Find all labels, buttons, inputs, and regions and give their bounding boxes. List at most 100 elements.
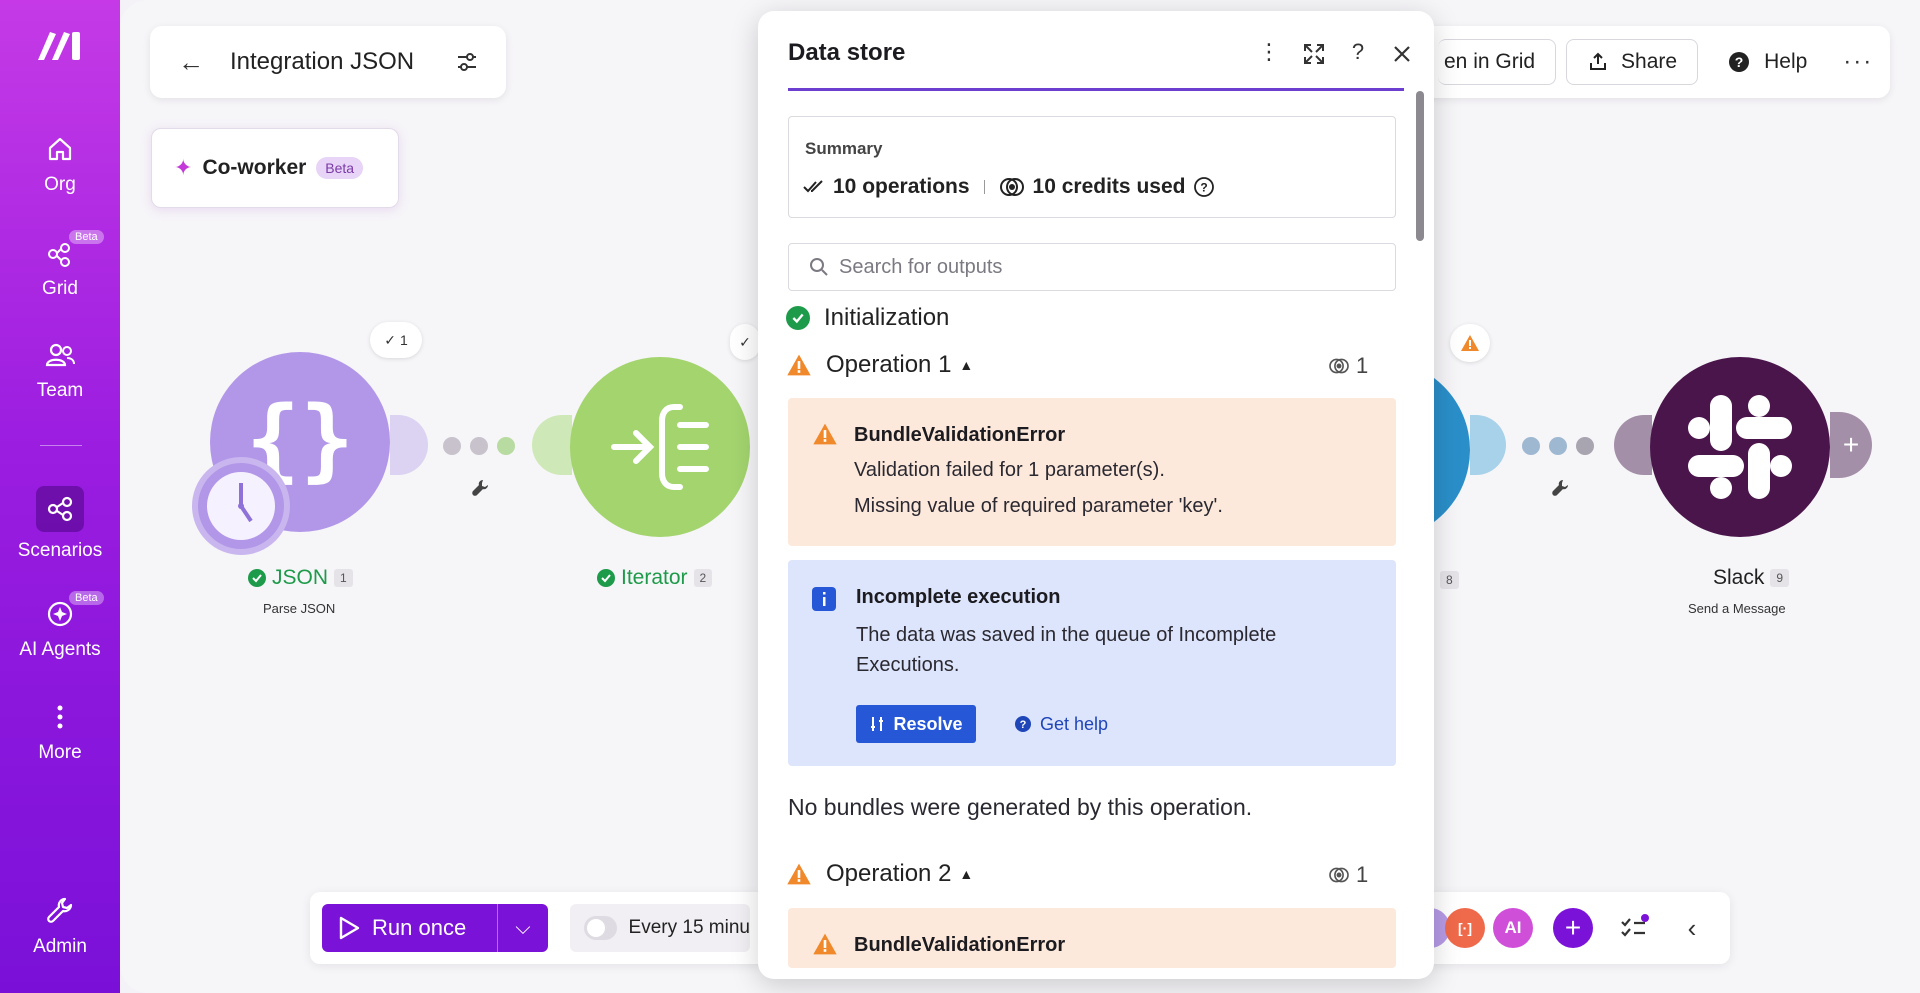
success-check-icon (597, 569, 615, 587)
panel-title: Data store (788, 39, 906, 66)
share-button[interactable]: Share (1566, 39, 1699, 85)
caret-up-icon[interactable]: ▲ (959, 866, 973, 882)
warning-pill[interactable] (1450, 324, 1490, 362)
back-arrow-icon[interactable]: ← (178, 47, 204, 78)
schedule-toggle[interactable]: Every 15 minu (570, 904, 750, 952)
sidebar-item-ai-agents[interactable]: Beta AI Agents (0, 591, 120, 661)
scrollbar[interactable] (1416, 91, 1424, 241)
coworker-label: Co-worker (202, 156, 307, 179)
summary-heading: Summary (805, 139, 883, 158)
warning-triangle-icon (813, 933, 837, 955)
close-icon[interactable] (1389, 44, 1415, 64)
play-icon (339, 916, 360, 940)
operations-count-pill[interactable]: ✓ (730, 324, 760, 360)
sidebar: Org Beta Grid Team Scenarios Beta AI Age… (0, 0, 120, 993)
scenario-title-card: ← Integration JSON (150, 26, 506, 98)
more-horizontal-icon[interactable]: ··· (1843, 48, 1873, 76)
success-check-icon (786, 306, 810, 330)
info-icon (812, 587, 836, 611)
help-circle-icon: ? (1015, 716, 1031, 732)
module-label-slack: Slack 9 (1713, 566, 1790, 590)
sidebar-item-grid[interactable]: Beta Grid (0, 230, 120, 300)
beta-badge: Beta (69, 230, 104, 244)
sidebar-item-admin[interactable]: Admin (0, 894, 120, 958)
credits-icon (1329, 867, 1349, 883)
sidebar-item-label: Grid (42, 278, 78, 299)
sidebar-item-team[interactable]: Team (0, 338, 120, 402)
checklist-icon[interactable] (1613, 908, 1653, 948)
module-slack[interactable] (1650, 357, 1830, 537)
credits-icon (999, 178, 1024, 196)
caret-up-icon[interactable]: ▲ (959, 357, 973, 373)
slack-logo-icon (1688, 395, 1792, 499)
operation-2-count[interactable]: 1 (1328, 862, 1368, 888)
home-icon (48, 137, 72, 161)
make-logo-icon[interactable] (36, 28, 84, 62)
operation-1-count[interactable]: 1 (1328, 353, 1368, 379)
resolve-button[interactable]: Resolve (856, 705, 976, 743)
route-wrench-icon[interactable] (470, 478, 490, 498)
sidebar-item-label: Org (44, 174, 76, 195)
module-subtitle: Parse JSON (263, 601, 336, 616)
double-check-icon (803, 180, 823, 193)
chevron-left-icon[interactable]: ‹ (1672, 908, 1712, 948)
summary-box: Summary 10 operations 10 credits used ? (788, 116, 1396, 218)
question-icon[interactable]: ? (1345, 39, 1371, 65)
help-outline-icon[interactable]: ? (1193, 176, 1215, 198)
top-right-toolbar: en in Grid Share ? Help ··· (1420, 26, 1890, 98)
error-message-line: Missing value of required parameter 'key… (854, 495, 1223, 517)
error-message-line: Validation failed for 1 parameter(s). (854, 459, 1165, 481)
coworker-button[interactable]: ✦ Co-worker Beta (151, 128, 399, 208)
connector-dot (470, 437, 488, 455)
sidebar-item-label: Admin (33, 936, 87, 957)
sidebar-item-label: More (38, 742, 82, 763)
settings-sliders-icon[interactable] (456, 51, 478, 73)
expand-icon[interactable] (1301, 43, 1327, 65)
share-icon (1590, 52, 1607, 70)
warning-triangle-icon (787, 863, 811, 885)
text-parser-icon[interactable]: [·] (1445, 908, 1485, 948)
beta-badge: Beta (69, 591, 104, 605)
module-label-json: JSON 1 (248, 566, 353, 590)
bundle-validation-error-box-2: BundleValidationError (788, 908, 1396, 968)
module-iterator[interactable] (570, 357, 750, 537)
toggle-switch[interactable] (584, 916, 617, 940)
kebab-menu-icon[interactable]: ⋮ (1256, 39, 1282, 65)
search-outputs-field[interactable] (788, 243, 1396, 291)
ai-tools-icon[interactable]: AI (1493, 908, 1533, 948)
svg-text:?: ? (1020, 719, 1027, 731)
sidebar-item-scenarios[interactable]: Scenarios (0, 486, 120, 562)
sidebar-item-more[interactable]: More (0, 700, 120, 764)
help-button[interactable]: ? Help (1728, 50, 1807, 74)
operation-2-row[interactable]: Operation 2 ▲ (786, 860, 973, 888)
initialization-row[interactable]: Initialization (786, 304, 949, 332)
connector-dot (1576, 437, 1594, 455)
search-icon (810, 258, 828, 276)
page-title[interactable]: Integration JSON (230, 48, 456, 76)
sidebar-item-org[interactable]: Org (0, 132, 120, 196)
operations-count-pill[interactable]: ✓ 1 (370, 322, 422, 358)
operation-1-row[interactable]: Operation 1 ▲ (786, 351, 973, 379)
svg-text:?: ? (1201, 181, 1208, 195)
incomplete-execution-box: Incomplete execution The data was saved … (788, 560, 1396, 766)
info-message: The data was saved in the queue of Incom… (856, 624, 1277, 676)
route-wrench-icon[interactable] (1550, 478, 1570, 498)
module-label-iterator: Iterator 2 (597, 566, 713, 590)
run-once-button[interactable]: Run once ⌵ (322, 904, 548, 952)
iterator-icon (611, 404, 709, 490)
check-icon: ✓ (739, 333, 751, 350)
sidebar-item-label: Team (36, 380, 84, 401)
bundle-validation-error-box: BundleValidationError Validation failed … (788, 398, 1396, 546)
add-circle-icon[interactable]: + (1553, 908, 1593, 948)
open-in-grid-button[interactable]: en in Grid (1438, 39, 1557, 85)
sidebar-item-label: Scenarios (17, 540, 103, 561)
warning-triangle-icon (787, 354, 811, 376)
success-check-icon (248, 569, 266, 587)
schedule-clock-icon[interactable] (192, 457, 290, 555)
chevron-down-icon[interactable]: ⌵ (498, 917, 548, 940)
get-help-link[interactable]: ? Get help (1014, 705, 1108, 743)
run-once-main[interactable]: Run once (322, 904, 498, 952)
search-input[interactable] (839, 255, 1339, 279)
svg-text:?: ? (1735, 54, 1744, 70)
info-title: Incomplete execution (856, 586, 1061, 608)
